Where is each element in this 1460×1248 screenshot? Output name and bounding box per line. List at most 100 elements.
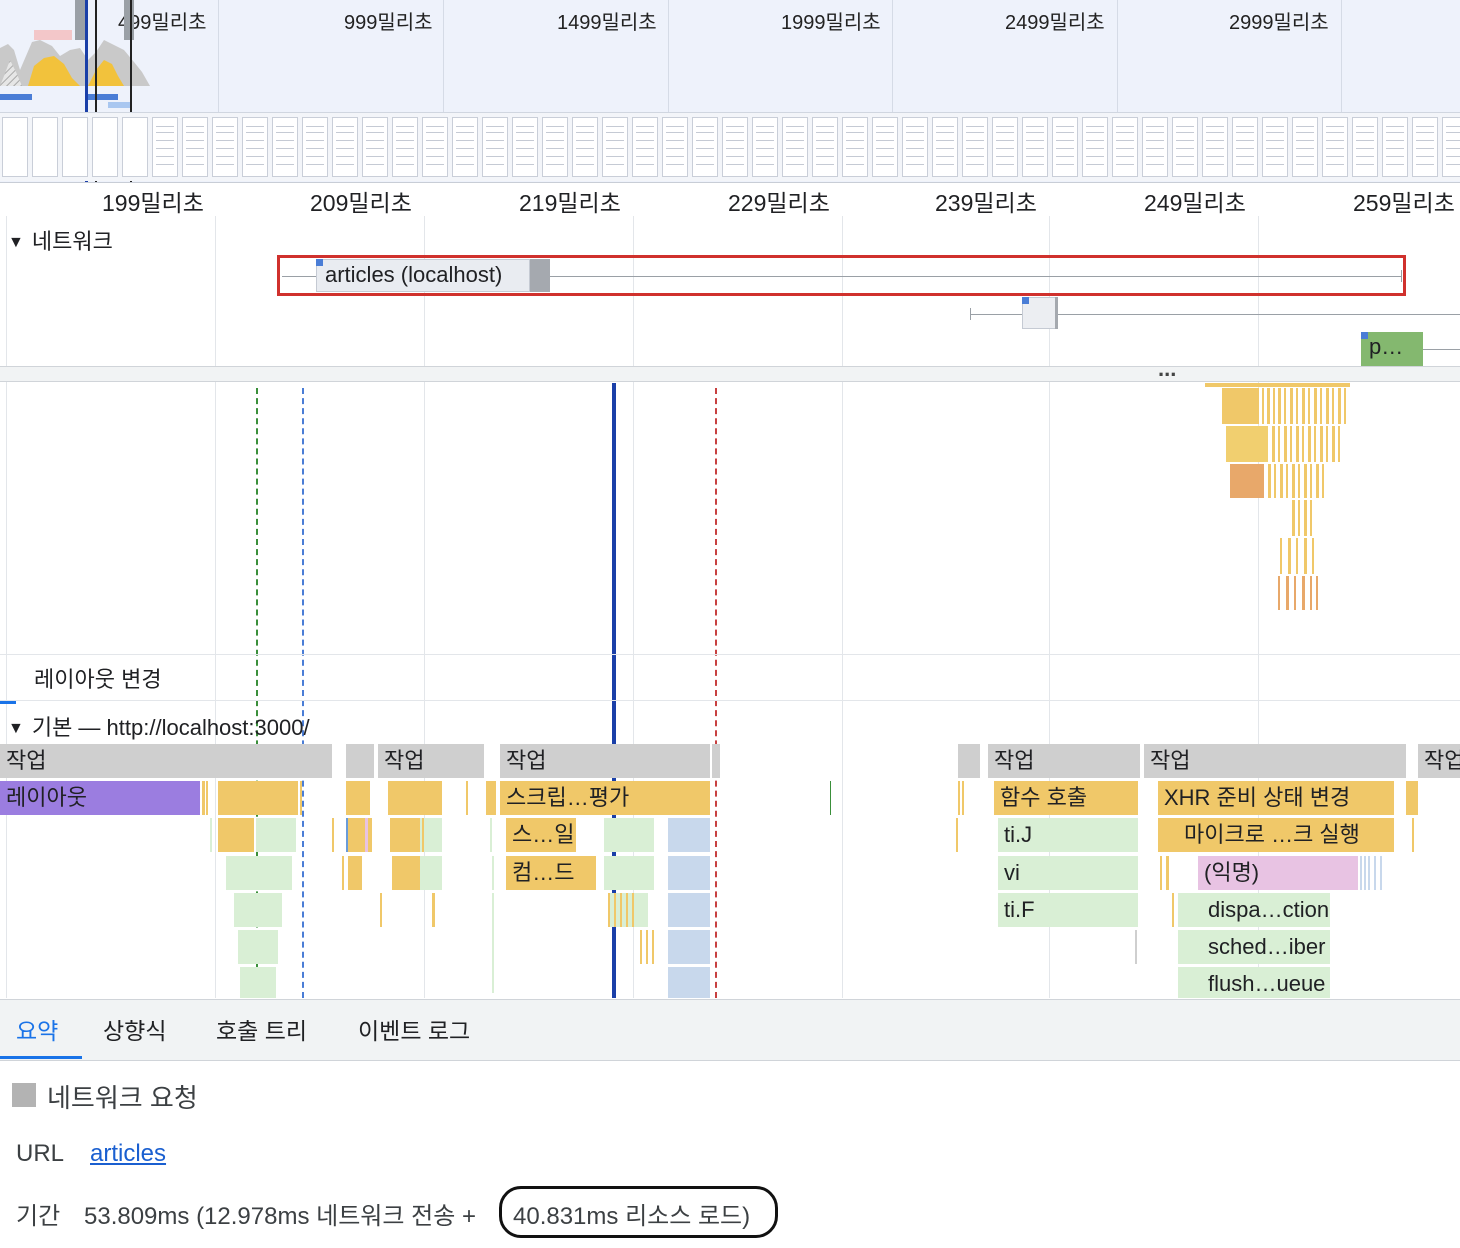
frame-content-line [336, 140, 354, 141]
network-track-header[interactable]: ▼ 네트워크 [8, 224, 113, 256]
frame-content-line [1176, 140, 1194, 141]
frame-content-line [906, 156, 924, 157]
filmstrip-frame [1412, 117, 1438, 177]
frame-content-line [1326, 132, 1344, 133]
frame-content-line [1416, 156, 1434, 157]
frame-content-line [936, 156, 954, 157]
frame-content-line [1446, 148, 1460, 149]
filmstrip-frame [62, 117, 88, 177]
frame-content-line [606, 148, 624, 149]
frame-content-line [1446, 156, 1460, 157]
frame-content-line [1416, 148, 1434, 149]
tab-summary[interactable]: 요약 [16, 1012, 58, 1046]
screenshot-filmstrip[interactable] [0, 112, 1460, 181]
frame-content-line [1356, 164, 1374, 165]
duration-value: 53.809ms (12.978ms 네트워크 전송 + [84, 1203, 476, 1230]
frame-content-line [1116, 140, 1134, 141]
timeline-overview[interactable]: 499밀리초 999밀리초 1499밀리초 1999밀리초 2499밀리초 29… [0, 0, 1460, 183]
request-download-segment [1055, 297, 1058, 329]
network-resize-handle[interactable] [0, 366, 1460, 382]
tab-call-tree[interactable]: 호출 트리 [216, 1012, 307, 1046]
filmstrip-frame [362, 117, 388, 177]
highlight-box-red [277, 255, 1406, 296]
frame-content-line [306, 148, 324, 149]
frame-content-line [696, 140, 714, 141]
task-bar[interactable] [346, 744, 374, 778]
frame-content-line [276, 132, 294, 133]
frame-content-line [876, 132, 894, 133]
frame-content-line [966, 132, 984, 133]
frame-content-line [1386, 148, 1404, 149]
frame-content-line [276, 126, 294, 127]
ruler-tick-label: 199밀리초 [102, 190, 204, 216]
frame-content-line [216, 126, 234, 127]
filmstrip-frame [1322, 117, 1348, 177]
task-bar[interactable]: 작업 [1144, 744, 1406, 778]
tab-event-log[interactable]: 이벤트 로그 [358, 1012, 470, 1046]
frame-content-line [846, 126, 864, 127]
frame-content-line [456, 148, 474, 149]
task-bar[interactable]: 작업 [0, 744, 332, 778]
frame-content-line [1116, 126, 1134, 127]
frame-content-line [636, 140, 654, 141]
task-bar[interactable] [958, 744, 980, 778]
task-bar[interactable]: 작업 [500, 744, 710, 778]
frame-content-line [1026, 132, 1044, 133]
filmstrip-frame [1352, 117, 1378, 177]
task-bar[interactable]: 작업 [988, 744, 1140, 778]
frame-content-line [636, 132, 654, 133]
task-bar[interactable] [712, 744, 720, 778]
frame-content-line [396, 140, 414, 141]
frame-content-line [876, 140, 894, 141]
frame-content-line [876, 156, 894, 157]
frame-content-line [1296, 126, 1314, 127]
filmstrip-frame [1022, 117, 1048, 177]
duration-label: 기간 [16, 1203, 61, 1230]
filmstrip-frame [932, 117, 958, 177]
frame-content-line [1356, 148, 1374, 149]
frame-content-line [1446, 126, 1460, 127]
task-bar[interactable]: 작업 [378, 744, 484, 778]
frame-content-line [366, 132, 384, 133]
frame-content-line [1056, 164, 1074, 165]
layout-event-bar[interactable]: 레이아웃 [0, 781, 200, 815]
frame-content-line [186, 132, 204, 133]
frame-content-line [1326, 156, 1344, 157]
frame-content-line [1086, 132, 1104, 133]
ruler-tick-label: 229밀리초 [728, 190, 830, 216]
frame-content-line [1356, 140, 1374, 141]
filmstrip-frame [602, 117, 628, 177]
frame-content-line [516, 156, 534, 157]
frame-content-line [426, 126, 444, 127]
overview-tick-label: 999밀리초 [344, 12, 433, 34]
overview-selection-handle-right[interactable] [124, 0, 134, 40]
frame-content-line [846, 156, 864, 157]
frame-content-line [786, 126, 804, 127]
frame-content-line [546, 140, 564, 141]
flame-bar[interactable] [1205, 383, 1350, 387]
frame-content-line [606, 140, 624, 141]
frame-content-line [1236, 126, 1254, 127]
frame-content-line [1386, 140, 1404, 141]
frame-content-line [486, 126, 504, 127]
frame-content-line [546, 148, 564, 149]
frame-content-line [1296, 148, 1314, 149]
frame-content-line [906, 164, 924, 165]
frame-content-line [666, 132, 684, 133]
frame-content-line [516, 126, 534, 127]
frame-content-line [156, 164, 174, 165]
script-request-bar[interactable]: p… [1361, 332, 1423, 366]
frame-content-line [1116, 156, 1134, 157]
task-bar[interactable]: 작업 [1418, 744, 1460, 778]
filmstrip-frame [152, 117, 178, 177]
frame-content-line [456, 164, 474, 165]
filmstrip-frame [122, 117, 148, 177]
tab-bottom-up[interactable]: 상향식 [103, 1012, 166, 1046]
frame-content-line [486, 132, 504, 133]
url-link[interactable]: articles [90, 1140, 166, 1168]
main-thread-track-header[interactable]: ▼ 기본 — http://localhost:3000/ [8, 710, 310, 742]
frame-content-line [996, 140, 1014, 141]
overview-selection-handle-left[interactable] [75, 0, 85, 40]
frame-content-line [1086, 164, 1104, 165]
frame-content-line [906, 126, 924, 127]
